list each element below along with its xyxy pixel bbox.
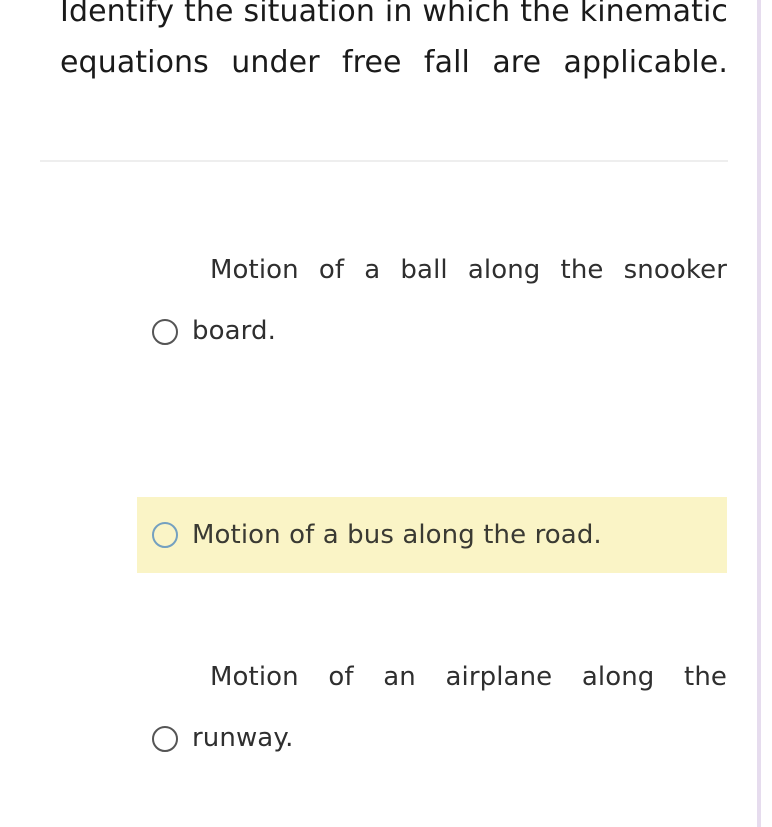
- option-label[interactable]: Motion of a ball along the snooker board…: [192, 240, 727, 423]
- option-row[interactable]: Motion of a bus along the road.: [137, 497, 727, 573]
- radio-button-wrap[interactable]: [137, 522, 192, 548]
- quiz-screen: Identify the situation in which the kine…: [0, 0, 772, 827]
- option-label[interactable]: Motion of a bus along the road.: [192, 512, 727, 558]
- radio-unselected-icon[interactable]: [151, 318, 178, 345]
- question-text: Identify the situation in which the kine…: [60, 0, 728, 80]
- radio-button-wrap[interactable]: [137, 725, 192, 752]
- radio-unselected-icon[interactable]: [151, 522, 178, 548]
- option-label[interactable]: Motion of an airplane along the runway.: [192, 647, 727, 827]
- question-block: Identify the situation in which the kine…: [40, 0, 728, 139]
- answer-options-list: Motion of a ball along the snooker board…: [0, 210, 772, 827]
- option-row[interactable]: Motion of an airplane along the runway.: [137, 635, 727, 827]
- radio-unselected-icon[interactable]: [151, 725, 178, 752]
- option-row[interactable]: Motion of a ball along the snooker board…: [137, 228, 727, 435]
- right-edge-strip: [757, 0, 761, 827]
- radio-button-wrap[interactable]: [137, 318, 192, 345]
- section-divider: [40, 160, 728, 162]
